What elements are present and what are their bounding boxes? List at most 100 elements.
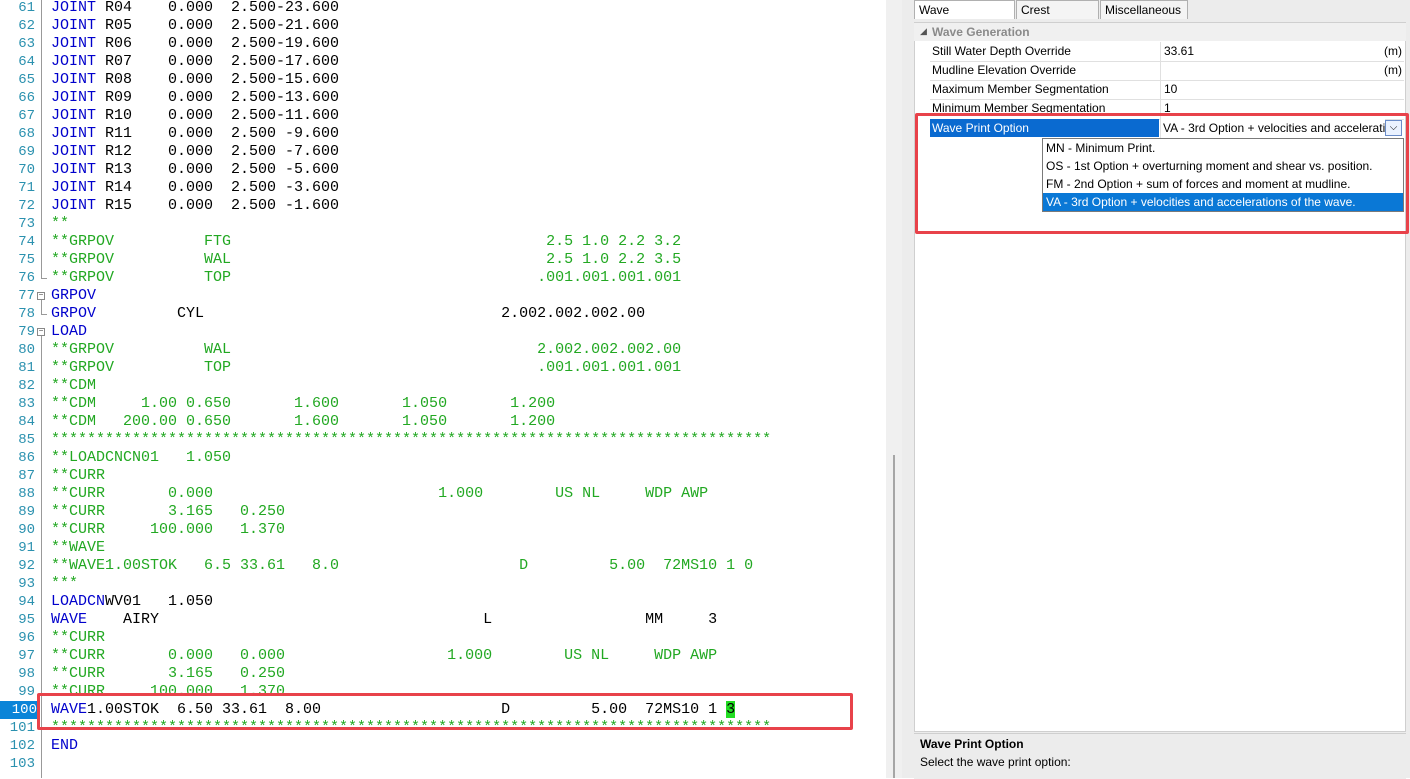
code-text[interactable]: **CURR (51, 629, 105, 647)
code-text[interactable]: **WAVE1.00STOK 6.5 33.61 8.0 D 5.00 72MS… (51, 557, 753, 575)
code-text[interactable]: **LOADCNCN01 1.050 (51, 449, 231, 467)
code-text[interactable]: ****************************************… (51, 431, 771, 449)
code-text[interactable]: *** (51, 575, 78, 593)
code-line[interactable]: 76 **GRPOV TOP .001.001.001.001 (0, 269, 886, 287)
code-line[interactable]: 94 LOADCNWV01 1.050 (0, 593, 886, 611)
code-text[interactable]: WAVE AIRY L MM 3 (51, 611, 717, 629)
property-value[interactable]: 10 (1164, 80, 1177, 98)
code-text[interactable]: JOINT R10 0.000 2.500-11.600 (51, 107, 339, 125)
code-line[interactable]: 97 **CURR 0.000 0.000 1.000 US NL WDP AWP (0, 647, 886, 665)
code-line[interactable]: 61 JOINT R04 0.000 2.500-23.600 (0, 0, 886, 17)
fold-minus-icon[interactable]: − (37, 292, 45, 300)
code-text[interactable]: JOINT R14 0.000 2.500 -3.600 (51, 179, 339, 197)
code-text[interactable]: **GRPOV WAL 2.5 1.0 2.2 3.5 (51, 251, 681, 269)
code-text[interactable]: **CDM 1.00 0.650 1.600 1.050 1.200 (51, 395, 555, 413)
code-line[interactable]: 98 **CURR 3.165 0.250 (0, 665, 886, 683)
code-line[interactable]: 78 GRPOV CYL 2.002.002.002.00 (0, 305, 886, 323)
code-text[interactable]: LOAD (51, 323, 87, 341)
code-text[interactable]: JOINT R15 0.000 2.500 -1.600 (51, 197, 339, 215)
code-line[interactable]: 87 **CURR (0, 467, 886, 485)
code-line[interactable]: 90 **CURR 100.000 1.370 (0, 521, 886, 539)
code-text[interactable]: **CURR 3.165 0.250 (51, 665, 285, 683)
code-text[interactable]: END (51, 737, 78, 755)
code-line[interactable]: 82 **CDM (0, 377, 886, 395)
comment-token: **CURR 0.000 0.000 1.000 US NL WDP AWP (51, 647, 718, 664)
code-text[interactable]: **GRPOV TOP .001.001.001.001 (51, 269, 681, 287)
code-line[interactable]: 92 **WAVE1.00STOK 6.5 33.61 8.0 D 5.00 72… (0, 557, 886, 575)
code-line[interactable]: 64 JOINT R07 0.000 2.500-17.600 (0, 53, 886, 71)
code-line[interactable]: 84 **CDM 200.00 0.650 1.600 1.050 1.200 (0, 413, 886, 431)
code-text[interactable]: ** (51, 215, 69, 233)
keyword-token: JOINT (51, 71, 97, 88)
code-line[interactable]: 70 JOINT R13 0.000 2.500 -5.600 (0, 161, 886, 179)
property-row-still-water-depth[interactable]: Still Water Depth Override 33.61 (m) (930, 42, 1404, 62)
code-line[interactable]: 95 WAVE AIRY L MM 3 (0, 611, 886, 629)
code-line[interactable]: 81 **GRPOV TOP .001.001.001.001 (0, 359, 886, 377)
editor-scrollbar-thumb[interactable] (893, 455, 895, 778)
code-text[interactable]: GRPOV CYL 2.002.002.002.00 (51, 305, 645, 323)
tab-wave-parameters[interactable]: Wave Parameters (914, 0, 1015, 35)
code-text[interactable]: **CDM 200.00 0.650 1.600 1.050 1.200 (51, 413, 555, 431)
code-text[interactable]: JOINT R09 0.000 2.500-13.600 (51, 89, 339, 107)
property-row-mudline-elevation[interactable]: Mudline Elevation Override (m) (930, 61, 1404, 81)
code-text[interactable]: JOINT R06 0.000 2.500-19.600 (51, 35, 339, 53)
code-line[interactable]: 62 JOINT R05 0.000 2.500-21.600 (0, 17, 886, 35)
line-number: 70 (18, 162, 35, 178)
code-line[interactable]: 85 **************************************… (0, 431, 886, 449)
code-line[interactable]: 79 LOAD (0, 323, 886, 341)
comment-token: **CURR 3.165 0.250 (51, 665, 286, 682)
code-line[interactable]: 71 JOINT R14 0.000 2.500 -3.600 (0, 179, 886, 197)
code-text[interactable]: JOINT R12 0.000 2.500 -7.600 (51, 143, 339, 161)
code-line[interactable]: 65 JOINT R08 0.000 2.500-15.600 (0, 71, 886, 89)
code-text[interactable]: **CDM (51, 377, 96, 395)
code-line[interactable]: 63 JOINT R06 0.000 2.500-19.600 (0, 35, 886, 53)
code-editor[interactable]: 61 JOINT R04 0.000 2.500-23.600 62 JOINT R0… (0, 0, 886, 778)
code-text[interactable]: JOINT R13 0.000 2.500 -5.600 (51, 161, 339, 179)
comment-token: **CURR (51, 629, 106, 646)
code-text[interactable]: **CURR 3.165 0.250 (51, 503, 285, 521)
code-line[interactable]: 75 **GRPOV WAL 2.5 1.0 2.2 3.5 (0, 251, 886, 269)
code-line[interactable]: 89 **CURR 3.165 0.250 (0, 503, 886, 521)
code-text[interactable]: JOINT R05 0.000 2.500-21.600 (51, 17, 339, 35)
code-line[interactable]: 86 **LOADCNCN01 1.050 (0, 449, 886, 467)
code-line[interactable]: 68 JOINT R11 0.000 2.500 -9.600 (0, 125, 886, 143)
code-line[interactable]: 77 GRPOV (0, 287, 886, 305)
code-text[interactable]: **WAVE (51, 539, 105, 557)
code-text[interactable]: GRPOV (51, 287, 96, 305)
code-line[interactable]: 102 END (0, 737, 886, 755)
property-value[interactable]: 33.61 (1164, 42, 1194, 60)
code-text[interactable]: **CURR 0.000 0.000 1.000 US NL WDP AWP (51, 647, 717, 665)
code-text[interactable]: **GRPOV TOP .001.001.001.001 (51, 359, 681, 377)
code-line[interactable]: 103 (0, 755, 886, 773)
code-line[interactable]: 73 ** (0, 215, 886, 233)
code-line[interactable]: 80 **GRPOV WAL 2.002.002.002.00 (0, 341, 886, 359)
code-token: R10 0.000 2.500-11.600 (96, 107, 340, 124)
code-line[interactable]: 69 JOINT R12 0.000 2.500 -7.600 (0, 143, 886, 161)
code-line[interactable]: 74 **GRPOV FTG 2.5 1.0 2.2 3.2 (0, 233, 886, 251)
code-text[interactable]: **CURR (51, 467, 105, 485)
code-text[interactable]: JOINT R08 0.000 2.500-15.600 (51, 71, 339, 89)
code-text[interactable]: JOINT R04 0.000 2.500-23.600 (51, 0, 339, 17)
code-line[interactable]: 67 JOINT R10 0.000 2.500-11.600 (0, 107, 886, 125)
code-text[interactable]: JOINT R07 0.000 2.500-17.600 (51, 53, 339, 71)
code-line[interactable]: 72 JOINT R15 0.000 2.500 -1.600 (0, 197, 886, 215)
code-text[interactable]: JOINT R11 0.000 2.500 -9.600 (51, 125, 339, 143)
code-line[interactable]: 93 *** (0, 575, 886, 593)
code-text[interactable]: LOADCNWV01 1.050 (51, 593, 213, 611)
code-text[interactable]: **CURR 0.000 1.000 US NL WDP AWP (51, 485, 708, 503)
code-line[interactable]: 88 **CURR 0.000 1.000 US NL WDP AWP (0, 485, 886, 503)
property-row-max-segmentation[interactable]: Maximum Member Segmentation 10 (930, 80, 1404, 100)
code-text[interactable]: **GRPOV FTG 2.5 1.0 2.2 3.2 (51, 233, 681, 251)
code-line[interactable]: 83 **CDM 1.00 0.650 1.600 1.050 1.200 (0, 395, 886, 413)
description-title: Wave Print Option (920, 737, 1024, 751)
tab-crest-position[interactable]: Crest Position (1016, 0, 1099, 35)
code-text[interactable]: **GRPOV WAL 2.002.002.002.00 (51, 341, 681, 359)
comment-token: **CURR 0.000 1.000 US NL WDP AWP (51, 485, 709, 502)
code-line[interactable]: 96 **CURR (0, 629, 886, 647)
code-line[interactable]: 91 **WAVE (0, 539, 886, 557)
code-line[interactable]: 66 JOINT R09 0.000 2.500-13.600 (0, 89, 886, 107)
code-text[interactable]: **CURR 100.000 1.370 (51, 521, 285, 539)
tab-miscellaneous[interactable]: Miscellaneous (1100, 0, 1188, 19)
fold-minus-icon[interactable]: − (37, 328, 45, 336)
collapse-triangle-icon[interactable]: ◢ (920, 26, 927, 37)
